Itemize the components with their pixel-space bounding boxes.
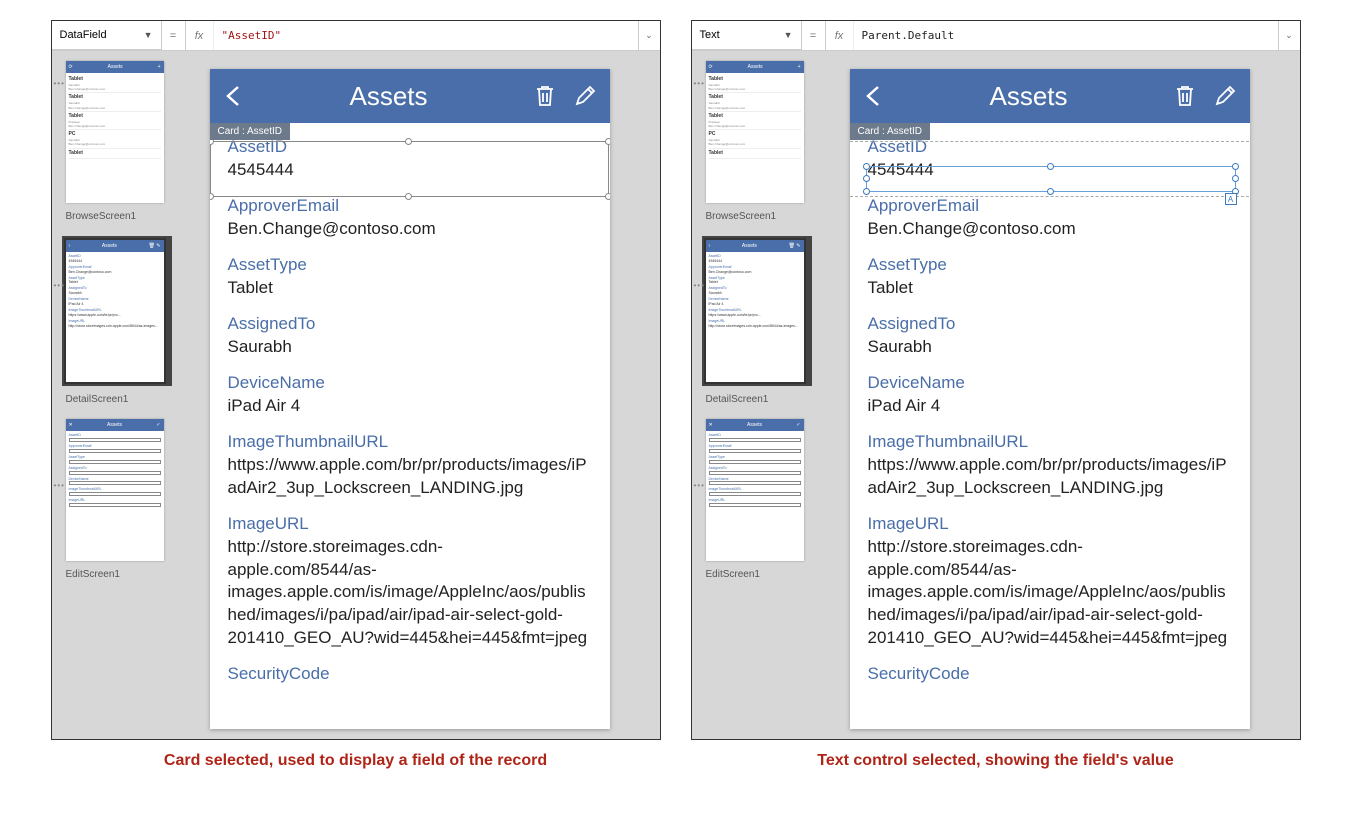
right-panel: Text ▼ = fx Parent.Default ⌄ ••••••••• ⟳…: [691, 20, 1301, 740]
field-assettype[interactable]: AssetType Tablet: [868, 249, 1232, 308]
field-assettype[interactable]: AssetType Tablet: [228, 249, 592, 308]
field-imageurl[interactable]: ImageURL http://store.storeimages.cdn-ap…: [228, 508, 592, 659]
thumbnail-browse[interactable]: ⟳Assets+ TabletSaurabhBen.Change@contoso…: [706, 61, 804, 203]
right-caption: Text control selected, showing the field…: [817, 752, 1173, 770]
thumbnail-detail[interactable]: ‹Assets🗑 ✎ AssetID4545444 ApproverEmailB…: [706, 240, 804, 382]
field-assignedto[interactable]: AssignedTo Saurabh: [228, 308, 592, 367]
phone-header: Assets: [850, 69, 1250, 123]
formula-input[interactable]: Parent.Default: [854, 21, 1278, 50]
chevron-down-icon: ▼: [144, 30, 153, 40]
screens-panel: ⟳Assets+ TabletSaurabhBen.Change@contoso…: [702, 51, 830, 739]
phone-title: Assets: [262, 81, 516, 112]
field-devicename[interactable]: DeviceName iPad Air 4: [868, 367, 1232, 426]
equals-sign: =: [802, 21, 826, 50]
property-selector[interactable]: Text ▼: [692, 21, 802, 50]
thumb-label-browse: BrowseScreen1: [66, 211, 182, 222]
property-name: Text: [700, 29, 720, 41]
field-imagethumb[interactable]: ImageThumbnailURL https://www.apple.com/…: [868, 426, 1232, 508]
equals-sign: =: [162, 21, 186, 50]
canvas: Assets Card : AssetID AssetID 4545444: [190, 51, 660, 739]
edit-icon[interactable]: [1214, 85, 1236, 107]
thumb-label-detail: DetailScreen1: [66, 394, 182, 405]
canvas: Assets Card : AssetID AssetID 4545444 Ap…: [830, 51, 1300, 739]
formula-bar: Text ▼ = fx Parent.Default ⌄: [692, 21, 1300, 51]
trash-icon[interactable]: [1174, 84, 1196, 108]
field-devicename[interactable]: DeviceName iPad Air 4: [228, 367, 592, 426]
formula-bar: DataField ▼ = fx "AssetID" ⌄: [52, 21, 660, 51]
field-approveremail[interactable]: ApproverEmail Ben.Change@contoso.com: [868, 190, 1232, 249]
card-tag: Card : AssetID: [210, 123, 290, 140]
thumbnail-detail-wrap: ‹Assets🗑 ✎ AssetID4545444 ApproverEmailB…: [62, 236, 172, 386]
property-selector[interactable]: DataField ▼: [52, 21, 162, 50]
phone-header: Assets: [210, 69, 610, 123]
thumbnail-edit[interactable]: ✕Assets✓ AssetID ApproverEmail AssetType…: [66, 419, 164, 561]
thumb-header: ⟳Assets+: [66, 61, 164, 73]
field-assignedto[interactable]: AssignedTo Saurabh: [868, 308, 1232, 367]
fx-icon: fx: [826, 21, 854, 50]
field-securitycode[interactable]: SecurityCode: [228, 658, 592, 694]
field-imageurl[interactable]: ImageURL http://store.storeimages.cdn-ap…: [868, 508, 1232, 659]
edit-icon[interactable]: [574, 85, 596, 107]
screens-panel: ⟳Assets+ TabletSaurabhBen.Change@contoso…: [62, 51, 190, 739]
left-caption: Card selected, used to display a field o…: [164, 752, 547, 770]
left-panel: DataField ▼ = fx "AssetID" ⌄ ••• ••• •••…: [51, 20, 661, 740]
field-value: 4545444: [228, 159, 592, 182]
back-icon[interactable]: [224, 85, 242, 107]
formula-input[interactable]: "AssetID": [214, 21, 638, 50]
fx-icon: fx: [186, 21, 214, 50]
fields-container: AssetID 4545444 ApproverEmail Ben.Change…: [210, 123, 610, 702]
thumbnail-browse[interactable]: ⟳Assets+ TabletSaurabhBen.Change@contoso…: [66, 61, 164, 203]
thumbnail-edit[interactable]: ✕Assets✓ AssetID ApproverEmail AssetType…: [706, 419, 804, 561]
thumb-label-edit: EditScreen1: [66, 569, 182, 580]
thumbnail-detail[interactable]: ‹Assets🗑 ✎ AssetID4545444 ApproverEmailB…: [66, 240, 164, 382]
phone-preview: Assets Card : AssetID AssetID 4545444: [210, 69, 610, 729]
field-label: AssetID: [228, 137, 592, 157]
phone-title: Assets: [902, 81, 1156, 112]
phone-preview: Assets Card : AssetID AssetID 4545444 Ap…: [850, 69, 1250, 729]
field-approveremail[interactable]: ApproverEmail Ben.Change@contoso.com: [228, 190, 592, 249]
formula-dropdown[interactable]: ⌄: [638, 21, 660, 50]
trash-icon[interactable]: [534, 84, 556, 108]
chevron-down-icon: ▼: [784, 30, 793, 40]
dots-column: ••• ••• •••: [52, 51, 62, 739]
field-imagethumb[interactable]: ImageThumbnailURL https://www.apple.com/…: [228, 426, 592, 508]
field-securitycode[interactable]: SecurityCode: [868, 658, 1232, 694]
card-tag: Card : AssetID: [850, 123, 930, 140]
property-name: DataField: [60, 29, 107, 41]
back-icon[interactable]: [864, 85, 882, 107]
formula-dropdown[interactable]: ⌄: [1278, 21, 1300, 50]
